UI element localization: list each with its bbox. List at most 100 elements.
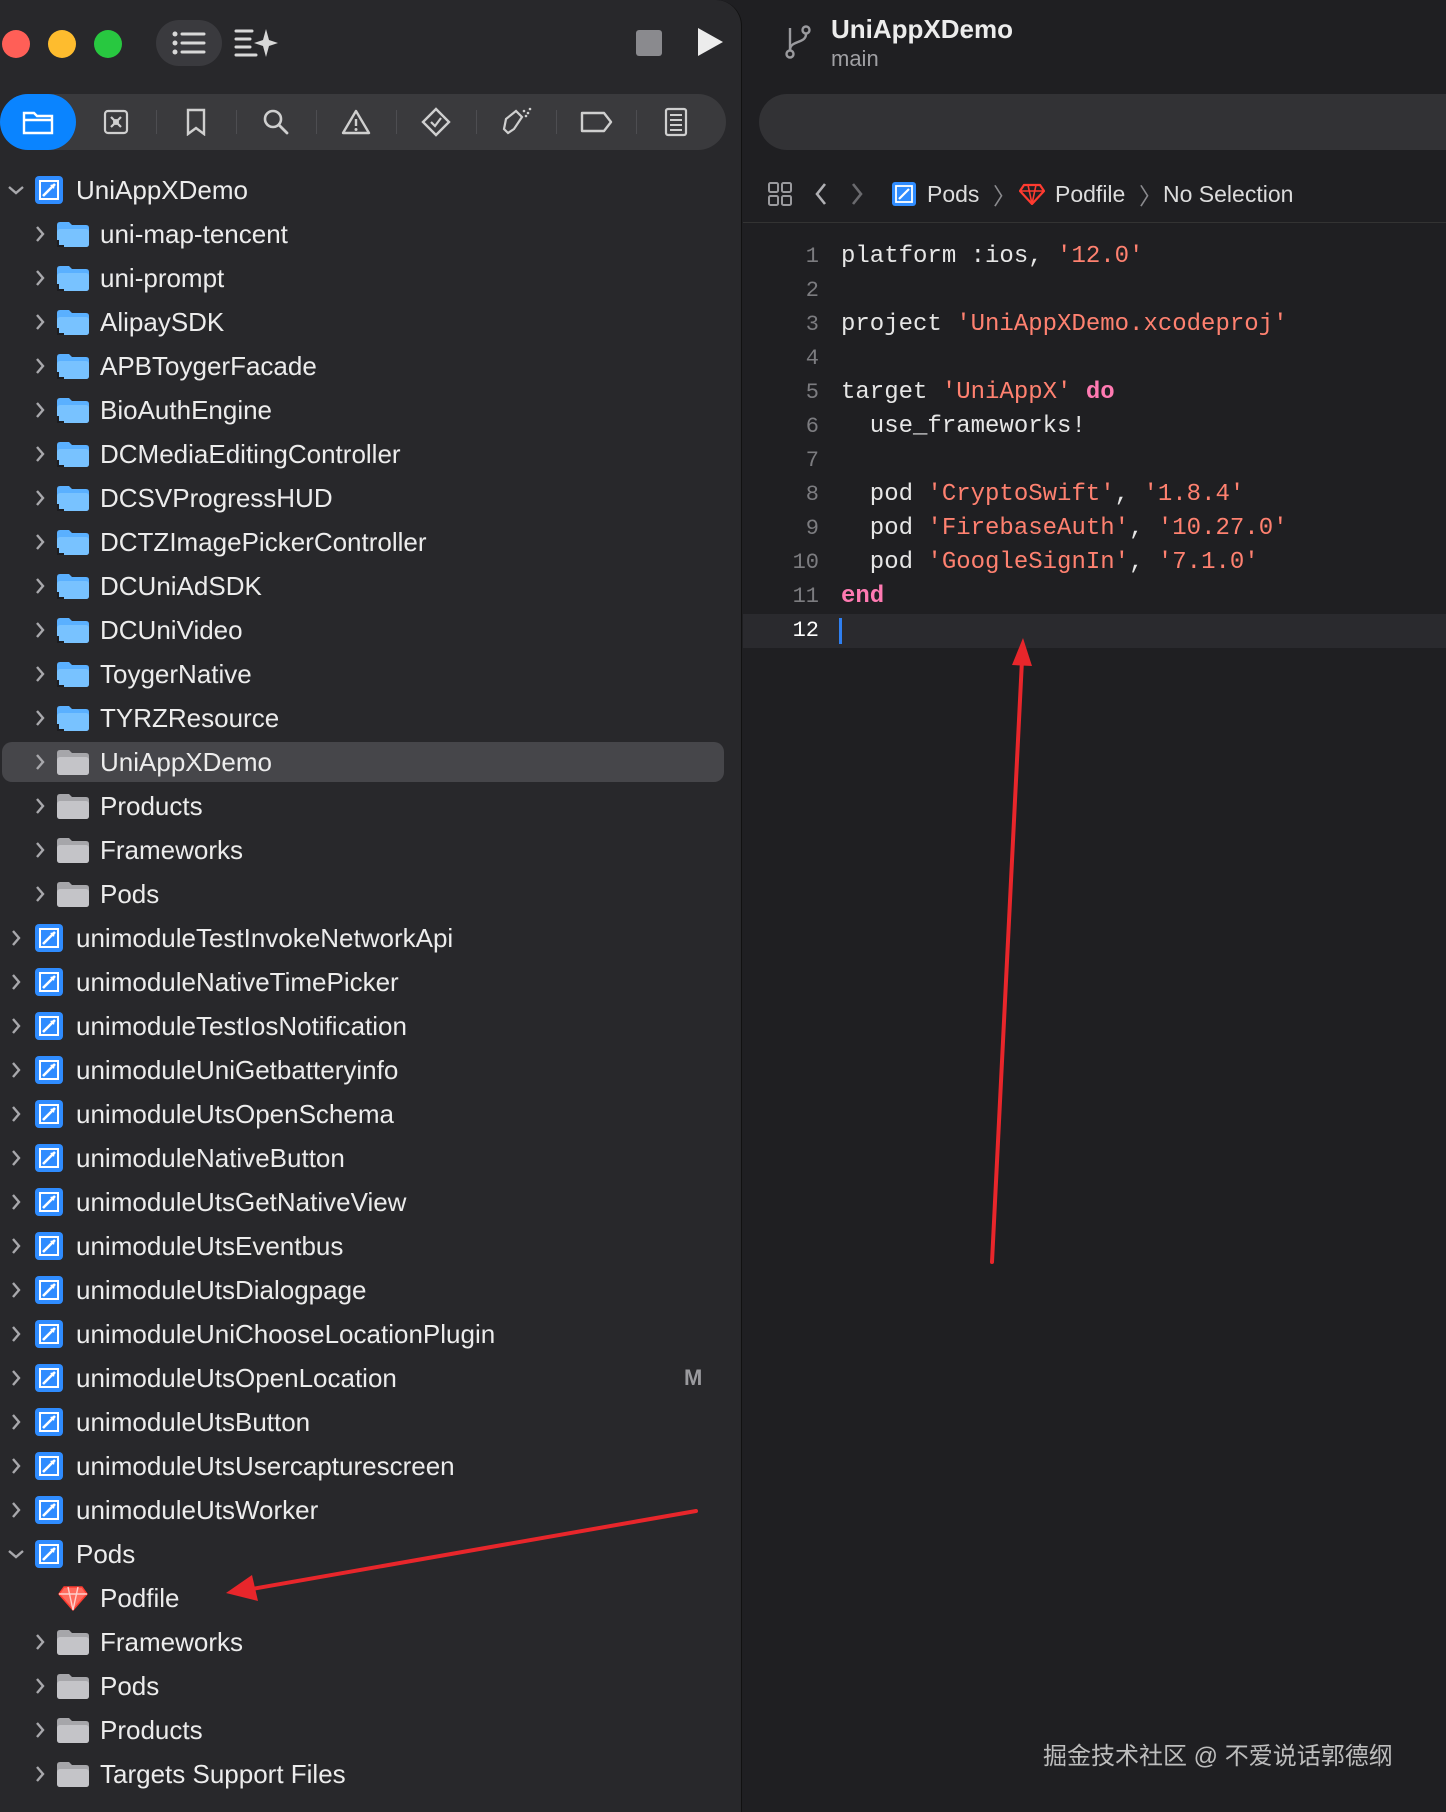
tree-row[interactable]: unimoduleUtsOpenLocation M [0,1356,742,1400]
tree-row[interactable]: UniAppXDemo [0,168,742,212]
disclosure-collapsed[interactable] [6,1412,26,1432]
tree-row[interactable]: DCUniAdSDK [0,564,742,608]
back-button[interactable] [813,166,829,222]
tree-row[interactable]: unimoduleUtsGetNativeView [0,1180,742,1224]
related-items-button[interactable] [767,166,793,222]
disclosure-collapsed[interactable] [6,1456,26,1476]
disclosure-collapsed[interactable] [6,1500,26,1520]
code-line[interactable]: 2 [743,274,1446,308]
tree-row[interactable]: Podfile [0,1576,742,1620]
disclosure-collapsed[interactable] [30,796,50,816]
tree-row[interactable]: unimoduleUtsButton [0,1400,742,1444]
disclosure-collapsed[interactable] [6,1236,26,1256]
tree-row[interactable]: uni-map-tencent [0,212,742,256]
code-line[interactable]: 12 [743,614,1446,648]
tree-row[interactable]: Products [0,784,742,828]
disclosure-expanded[interactable] [6,180,26,200]
disclosure-collapsed[interactable] [6,1280,26,1300]
tab-project-navigator[interactable] [0,94,76,150]
close-window-button[interactable] [2,30,30,58]
code-line[interactable]: 9 pod 'FirebaseAuth', '10.27.0' [743,512,1446,546]
tree-row[interactable]: Frameworks [0,828,742,872]
tree-row[interactable]: unimoduleTestInvokeNetworkApi [0,916,742,960]
disclosure-collapsed[interactable] [30,1676,50,1696]
tree-row[interactable]: Pods [0,1532,742,1576]
disclosure-collapsed[interactable] [30,224,50,244]
run-button[interactable] [690,22,730,62]
tree-row[interactable]: Pods [0,1664,742,1708]
tree-row[interactable]: Frameworks [0,1620,742,1664]
disclosure-collapsed[interactable] [30,488,50,508]
tree-row[interactable]: unimoduleUtsWorker [0,1488,742,1532]
tab-bookmarks[interactable] [156,94,236,150]
disclosure-collapsed[interactable] [30,268,50,288]
disclosure-collapsed[interactable] [6,1060,26,1080]
disclosure-collapsed[interactable] [6,1148,26,1168]
tab-reports[interactable] [636,94,716,150]
disclosure-collapsed[interactable] [6,1104,26,1124]
disclosure-collapsed[interactable] [30,356,50,376]
tree-row[interactable]: uni-prompt [0,256,742,300]
disclosure-collapsed[interactable] [30,884,50,904]
disclosure-expanded[interactable] [6,1544,26,1564]
tree-row[interactable]: BioAuthEngine [0,388,742,432]
tree-row[interactable]: DCUniVideo [0,608,742,652]
code-line[interactable]: 8 pod 'CryptoSwift', '1.8.4' [743,478,1446,512]
stop-button[interactable] [636,30,662,56]
tab-breakpoints[interactable] [556,94,636,150]
tree-row[interactable]: DCMediaEditingController [0,432,742,476]
breadcrumb-pods[interactable]: Pods [891,166,979,222]
tree-row[interactable]: unimoduleUtsOpenSchema [0,1092,742,1136]
code-line[interactable]: 6 use_frameworks! [743,410,1446,444]
tree-row[interactable]: TYRZResource [0,696,742,740]
forward-button[interactable] [849,166,865,222]
minimize-window-button[interactable] [48,30,76,58]
tree-row[interactable]: DCTZImagePickerController [0,520,742,564]
tab-issues[interactable] [316,94,396,150]
tab-tests[interactable] [396,94,476,150]
disclosure-collapsed[interactable] [30,840,50,860]
tree-row[interactable]: unimoduleUtsUsercapturescreen [0,1444,742,1488]
breadcrumb-selection[interactable]: No Selection [1163,166,1293,222]
breadcrumb-podfile[interactable]: Podfile [1019,166,1125,222]
disclosure-collapsed[interactable] [30,1632,50,1652]
zoom-window-button[interactable] [94,30,122,58]
tab-source-control[interactable] [76,94,156,150]
code-line[interactable]: 1 platform :ios, '12.0' [743,240,1446,274]
tree-row[interactable]: AlipaySDK [0,300,742,344]
tree-row[interactable]: Targets Support Files [0,1752,742,1796]
disclosure-collapsed[interactable] [6,928,26,948]
tab-debug[interactable] [476,94,556,150]
disclosure-collapsed[interactable] [30,620,50,640]
disclosure-collapsed[interactable] [30,664,50,684]
disclosure-collapsed[interactable] [30,1720,50,1740]
code-line[interactable]: 11 end [743,580,1446,614]
disclosure-collapsed[interactable] [6,1368,26,1388]
disclosure-collapsed[interactable] [6,1192,26,1212]
tree-row[interactable]: unimoduleNativeTimePicker [0,960,742,1004]
code-line[interactable]: 7 [743,444,1446,478]
tree-row[interactable]: ToygerNative [0,652,742,696]
code-line[interactable]: 10 pod 'GoogleSignIn', '7.1.0' [743,546,1446,580]
disclosure-collapsed[interactable] [30,312,50,332]
disclosure-collapsed[interactable] [30,532,50,552]
disclosure-collapsed[interactable] [30,400,50,420]
disclosure-collapsed[interactable] [6,1016,26,1036]
tree-row[interactable]: DCSVProgressHUD [0,476,742,520]
tree-row[interactable]: unimoduleUtsEventbus [0,1224,742,1268]
tab-find[interactable] [236,94,316,150]
disclosure-collapsed[interactable] [30,444,50,464]
tree-row[interactable]: unimoduleUniChooseLocationPlugin [0,1312,742,1356]
disclosure-collapsed[interactable] [30,576,50,596]
toggle-navigator-button[interactable] [156,20,222,66]
code-line[interactable]: 5 target 'UniAppX' do [743,376,1446,410]
code-area[interactable]: 1 platform :ios, '12.0' 2 3 project 'UniAppX… [743,240,1446,648]
code-line[interactable]: 3 project 'UniAppXDemo.xcodeproj' [743,308,1446,342]
tree-row[interactable]: Products [0,1708,742,1752]
tree-row[interactable]: UniAppXDemo [0,740,742,784]
tree-row[interactable]: Pods [0,872,742,916]
tree-row[interactable]: unimoduleTestIosNotification [0,1004,742,1048]
disclosure-collapsed[interactable] [30,1764,50,1784]
tree-row[interactable]: APBToygerFacade [0,344,742,388]
tree-row[interactable]: unimoduleUniGetbatteryinfo [0,1048,742,1092]
